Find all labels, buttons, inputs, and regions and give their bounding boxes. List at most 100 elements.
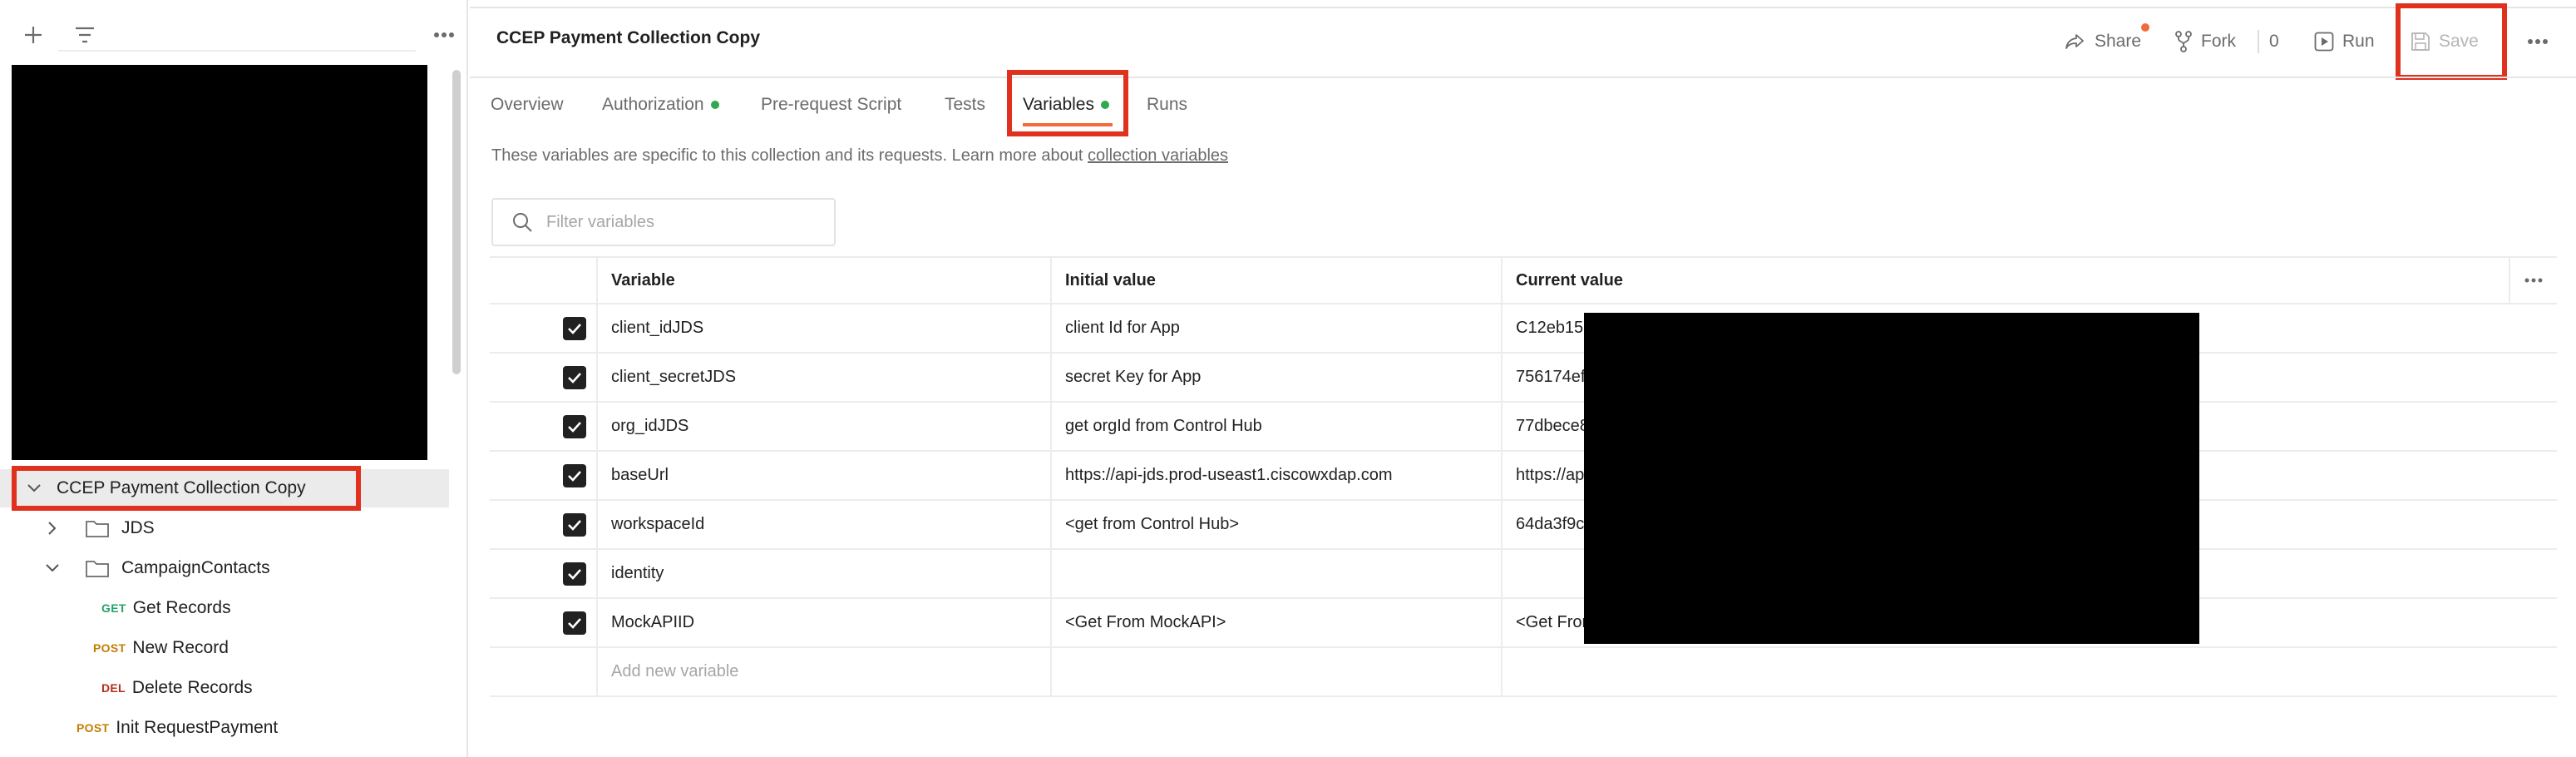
tab-label: Overview	[491, 95, 564, 114]
variable-checkbox[interactable]	[563, 414, 586, 438]
variable-checkbox[interactable]	[563, 365, 586, 389]
save-button[interactable]: Save	[2411, 27, 2479, 57]
filter-variables-field[interactable]	[491, 198, 836, 246]
variables-description: These variables are specific to this col…	[491, 146, 1228, 166]
folder-icon	[85, 518, 110, 538]
table-row: workspaceId <get from Control Hub> 64da3…	[490, 501, 2557, 550]
table-row: MockAPIID <Get From MockAPI> <Get From	[490, 599, 2557, 648]
tree-item-label: Get Records	[132, 598, 231, 617]
initial-value-cell[interactable]	[1050, 648, 1501, 695]
tab-pre-request-script[interactable]: Pre-request Script	[761, 88, 901, 121]
more-horizontal-icon	[2528, 39, 2548, 44]
tab-variables[interactable]: Variables	[1023, 88, 1109, 121]
check-icon	[568, 323, 581, 334]
tree-folder-jds[interactable]: JDS	[0, 509, 449, 547]
variable-checkbox[interactable]	[563, 611, 586, 635]
tree-request-new-record[interactable]: POST New Record	[0, 629, 449, 667]
checkbox-cell	[490, 452, 596, 499]
checkbox-cell	[490, 599, 596, 646]
checkbox-cell	[490, 403, 596, 450]
share-button[interactable]: Share	[2065, 27, 2141, 57]
tree-folder-campaigncontacts[interactable]: CampaignContacts	[0, 549, 449, 587]
redacted-area	[12, 65, 427, 460]
variable-name-cell[interactable]: identity	[596, 550, 1050, 597]
header-current-value: Current value	[1501, 258, 2557, 303]
initial-value-cell[interactable]: https://api-jds.prod-useast1.ciscowxdap.…	[1050, 452, 1501, 499]
variable-checkbox[interactable]	[563, 463, 586, 487]
description-text: These variables are specific to this col…	[491, 146, 1083, 165]
add-variable-row: Add new variable	[490, 648, 2557, 697]
add-new-variable-input[interactable]: Add new variable	[596, 648, 1050, 695]
table-row: baseUrl https://api-jds.prod-useast1.cis…	[490, 452, 2557, 501]
tab-label: Variables	[1023, 95, 1094, 114]
tree-request-get-records[interactable]: GET Get Records	[0, 589, 449, 627]
main-panel: CCEP Payment Collection Copy Share Fork …	[470, 0, 2576, 757]
tab-tests[interactable]: Tests	[945, 88, 985, 121]
more-horizontal-icon[interactable]	[427, 18, 461, 52]
current-value-cell[interactable]	[1501, 648, 2557, 695]
run-icon	[2314, 32, 2334, 52]
chevron-right-icon[interactable]	[43, 519, 62, 537]
variable-name-cell[interactable]: org_idJDS	[596, 403, 1050, 450]
variable-checkbox[interactable]	[563, 562, 586, 586]
sidebar-scrollbar[interactable]	[451, 67, 462, 374]
variable-name-cell[interactable]: MockAPIID	[596, 599, 1050, 646]
header-initial-value: Initial value	[1050, 258, 1501, 303]
variable-name-cell[interactable]: client_idJDS	[596, 304, 1050, 352]
check-icon	[568, 372, 581, 383]
plus-icon[interactable]	[17, 18, 50, 52]
sidebar-scrollbar-thumb[interactable]	[452, 70, 461, 374]
column-options-button[interactable]	[2509, 258, 2557, 303]
fork-button[interactable]: Fork	[2174, 27, 2236, 57]
chevron-down-icon[interactable]	[25, 479, 43, 497]
tab-strip	[470, 0, 2576, 8]
share-icon	[2065, 34, 2084, 49]
tab-overview[interactable]: Overview	[491, 88, 564, 121]
initial-value-cell[interactable]: secret Key for App	[1050, 354, 1501, 401]
tree-request-delete-records[interactable]: DEL Delete Records	[0, 669, 449, 707]
more-options-button[interactable]	[2527, 27, 2557, 57]
tree-collection-ccep[interactable]: CCEP Payment Collection Copy	[0, 469, 449, 507]
check-icon	[568, 421, 581, 433]
tree-item-label: New Record	[132, 638, 229, 657]
method-badge-del: DEL	[101, 681, 126, 695]
tab-label: Pre-request Script	[761, 95, 902, 114]
run-button[interactable]: Run	[2314, 27, 2375, 57]
variable-name-cell[interactable]: baseUrl	[596, 452, 1050, 499]
check-icon	[568, 519, 581, 531]
chevron-down-icon[interactable]	[43, 559, 62, 577]
initial-value-cell[interactable]: <get from Control Hub>	[1050, 501, 1501, 548]
table-header-row: Variable Initial value Current value	[490, 256, 2557, 304]
tree-request-init-requestpayment[interactable]: POST Init RequestPayment	[0, 709, 449, 747]
initial-value-cell[interactable]: client Id for App	[1050, 304, 1501, 352]
table-row: client_secretJDS secret Key for App 7561…	[490, 354, 2557, 403]
fork-icon	[2175, 31, 2192, 52]
table-row: org_idJDS get orgId from Control Hub 77d…	[490, 403, 2557, 452]
initial-value-cell[interactable]	[1050, 550, 1501, 597]
run-label: Run	[2342, 32, 2375, 51]
checkbox-cell	[490, 304, 596, 352]
active-tab-indicator	[1023, 123, 1113, 126]
save-icon	[2411, 32, 2430, 51]
initial-value-cell[interactable]: get orgId from Control Hub	[1050, 403, 1501, 450]
collection-variables-link[interactable]: collection variables	[1088, 146, 1228, 165]
checkbox-cell	[490, 354, 596, 401]
filter-icon[interactable]	[68, 18, 101, 52]
header-divider	[470, 77, 2576, 78]
tab-authorization[interactable]: Authorization	[602, 88, 719, 121]
fork-label: Fork	[2201, 32, 2236, 51]
variable-checkbox[interactable]	[563, 512, 586, 537]
tab-runs[interactable]: Runs	[1147, 88, 1187, 121]
separator	[2258, 30, 2259, 53]
initial-value-cell[interactable]: <Get From MockAPI>	[1050, 599, 1501, 646]
sidebar-search[interactable]	[58, 18, 416, 52]
header-variable: Variable	[596, 258, 1050, 303]
filter-variables-input[interactable]	[546, 212, 829, 232]
tree-item-label: CCEP Payment Collection Copy	[57, 478, 306, 497]
header-checkbox-cell	[490, 258, 596, 303]
variable-checkbox[interactable]	[563, 316, 586, 340]
variable-name-cell[interactable]: client_secretJDS	[596, 354, 1050, 401]
variable-name-cell[interactable]: workspaceId	[596, 501, 1050, 548]
tree-item-label: Init RequestPayment	[116, 718, 279, 737]
method-badge-post: POST	[93, 641, 126, 655]
